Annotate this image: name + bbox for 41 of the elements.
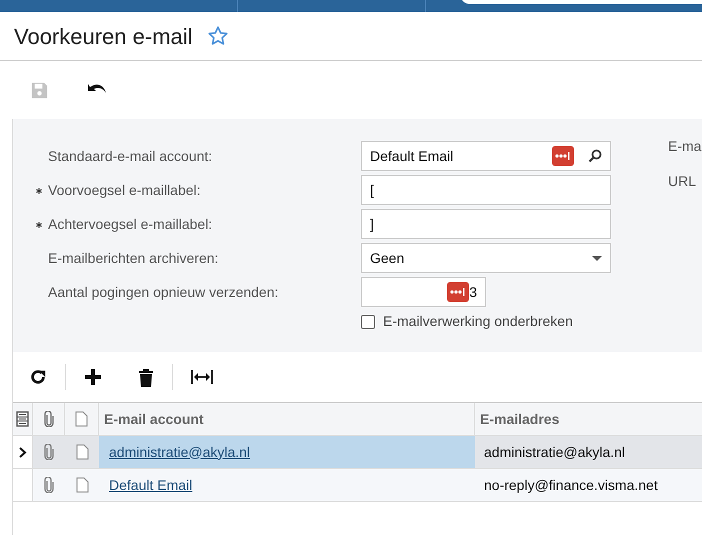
- row-pointer-icon: [18, 446, 26, 458]
- required-icon: [36, 188, 42, 194]
- field-label: Aantal pogingen opnieuw verzenden:: [48, 282, 280, 302]
- search-icon[interactable]: [588, 149, 602, 163]
- refresh-icon[interactable]: [29, 368, 47, 386]
- field-label: E-mailberichten archiveren:: [48, 248, 220, 268]
- field-label: Standaard-e-mail account:: [48, 146, 214, 166]
- lookup-field[interactable]: Default Email: [361, 141, 611, 171]
- row-layout-icon[interactable]: [16, 411, 29, 427]
- input-field[interactable]: [: [361, 175, 611, 205]
- add-icon[interactable]: [84, 368, 102, 386]
- table-row[interactable]: Default Email no-reply@finance.visma.net: [13, 469, 702, 502]
- field-label: Achtervoegsel e-maillabel:: [48, 214, 214, 234]
- password-manager-icon[interactable]: [552, 146, 574, 166]
- trash-icon[interactable]: [138, 368, 154, 386]
- column-header[interactable]: E-mail account: [99, 403, 475, 435]
- table-cell-text: administratie@akyla.nl: [484, 442, 626, 462]
- fit-width-icon[interactable]: [191, 369, 213, 385]
- input-field[interactable]: ]: [361, 209, 611, 239]
- table-cell-text: no-reply@finance.visma.net: [484, 476, 658, 495]
- caret-icon: [592, 256, 602, 260]
- column-header[interactable]: E-mailadres: [475, 403, 702, 435]
- star-icon[interactable]: [206, 25, 229, 47]
- checkbox-label: E-mailverwerking onderbreken: [383, 312, 573, 331]
- document-icon[interactable]: [76, 444, 88, 460]
- password-manager-icon[interactable]: [447, 282, 470, 302]
- paperclip-icon[interactable]: [44, 444, 54, 460]
- page-title: Voorkeuren e-mail: [14, 22, 193, 50]
- table-row[interactable]: administratie@akyla.nl administratie@akyla.nl: [13, 436, 702, 469]
- field-label: Voorvoegsel e-maillabel:: [48, 180, 202, 200]
- required-icon: [36, 222, 42, 228]
- number-field[interactable]: 3: [361, 277, 486, 307]
- field-label: E-ma: [668, 137, 702, 156]
- field-label: URL: [668, 172, 698, 191]
- document-icon: [75, 411, 88, 427]
- account-link[interactable]: Default Email: [109, 474, 192, 496]
- checkbox[interactable]: [361, 314, 375, 328]
- paperclip-icon: [44, 411, 54, 427]
- document-icon[interactable]: [76, 477, 88, 493]
- dropdown[interactable]: Geen: [361, 243, 611, 273]
- paperclip-icon[interactable]: [44, 477, 54, 493]
